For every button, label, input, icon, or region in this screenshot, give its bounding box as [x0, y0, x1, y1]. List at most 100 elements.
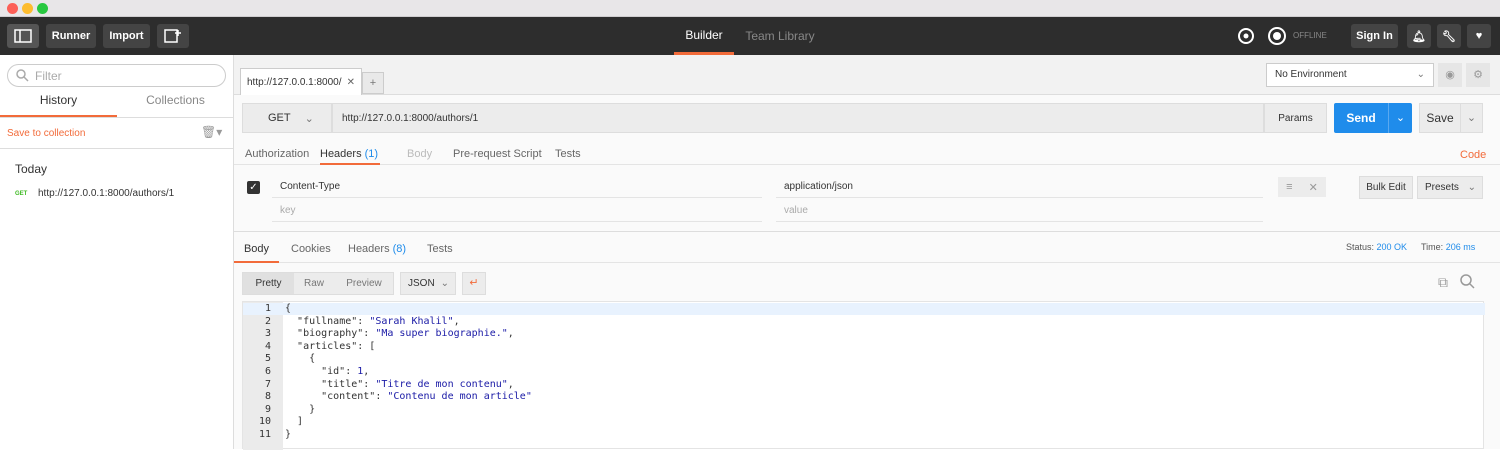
presets-button[interactable]: Presets ⌄ — [1417, 176, 1483, 199]
code-line: ] — [285, 416, 304, 428]
sidebar: Filter History Collections Save to colle… — [0, 55, 234, 449]
save-button[interactable]: Save — [1420, 104, 1460, 132]
params-button[interactable]: Params — [1264, 103, 1327, 133]
new-header-key-field[interactable]: key — [272, 200, 762, 222]
close-window-button[interactable] — [7, 3, 18, 14]
line-number: 8 — [264, 391, 271, 403]
search-response-button[interactable] — [1460, 274, 1475, 292]
tab-body[interactable]: Body — [407, 148, 432, 160]
request-subtabs: Authorization Headers (1) Body Pre-reque… — [234, 143, 1500, 165]
notifications-button[interactable]: 🔔︎ — [1407, 24, 1431, 48]
environment-select[interactable]: No Environment ⌄ — [1266, 63, 1434, 87]
new-header-value-field[interactable]: value — [776, 200, 1263, 222]
love-button[interactable]: ♥ — [1467, 24, 1491, 48]
main-panel: http://127.0.0.1:8000/ ✕ + No Environmen… — [234, 55, 1500, 450]
history-item[interactable]: GET http://127.0.0.1:8000/authors/1 — [15, 188, 230, 202]
minimize-window-button[interactable] — [22, 3, 33, 14]
wrap-lines-button[interactable]: ↵ — [462, 272, 486, 295]
response-editor[interactable]: 1 {2 "fullname": "Sarah Khalil", 3 "biogra… — [242, 301, 1485, 450]
tab-response-headers-label: Headers — [348, 243, 390, 255]
save-options-chevron-icon[interactable]: ⌄ — [1460, 104, 1482, 132]
manage-environments-button[interactable]: ⚙ — [1466, 63, 1490, 87]
tab-builder[interactable]: Builder — [674, 17, 734, 55]
tab-collections[interactable]: Collections — [117, 93, 234, 117]
tab-team-library[interactable]: Team Library — [742, 17, 818, 55]
method-select[interactable]: GET ⌄ — [242, 103, 332, 133]
copy-response-button[interactable]: ⧉ — [1438, 274, 1448, 291]
bell-icon: 🔔︎ — [1412, 30, 1426, 43]
tab-authorization[interactable]: Authorization — [245, 148, 309, 160]
chevron-down-icon: ⌄ — [1416, 69, 1425, 80]
tab-tests[interactable]: Tests — [555, 148, 581, 160]
wrench-icon: 🔧︎ — [1442, 30, 1456, 43]
close-icon[interactable]: ✕ — [1309, 181, 1318, 194]
code-line: { — [285, 353, 316, 365]
tab-pre-request-script[interactable]: Pre-request Script — [453, 148, 542, 160]
raw-button[interactable]: Raw — [294, 273, 334, 294]
method-label: GET — [268, 112, 291, 124]
sign-in-button[interactable]: Sign In — [1351, 24, 1398, 48]
search-icon — [16, 69, 29, 82]
today-heading: Today — [15, 162, 48, 176]
window-titlebar — [0, 0, 1500, 17]
tab-headers-label: Headers — [320, 148, 362, 160]
tab-headers[interactable]: Headers (1) — [320, 143, 380, 165]
new-window-button[interactable] — [157, 24, 189, 48]
save-to-collection-link[interactable]: Save to collection — [7, 128, 85, 139]
line-number: 3 — [264, 328, 271, 340]
sidebar-icon — [14, 29, 32, 43]
tab-cookies[interactable]: Cookies — [291, 243, 331, 255]
chevron-down-icon: ⌄ — [440, 278, 449, 289]
request-tab[interactable]: http://127.0.0.1:8000/ ✕ — [240, 68, 362, 95]
line-number: 9 — [264, 403, 271, 415]
preview-button[interactable]: Preview — [334, 273, 394, 294]
header-value-field[interactable]: application/json — [776, 175, 1263, 198]
line-number: 2 — [264, 315, 271, 327]
environment-quick-look-button[interactable]: ◉ — [1438, 63, 1462, 87]
top-toolbar: Runner Import Builder Team Library OFFLI… — [0, 17, 1500, 55]
active-line-highlight — [243, 303, 1485, 315]
search-icon — [1460, 274, 1475, 289]
chevron-down-icon: ⌄ — [1467, 182, 1476, 193]
line-number: 5 — [264, 353, 271, 365]
settings-button[interactable]: 🔧︎ — [1437, 24, 1461, 48]
new-tab-button[interactable]: + — [362, 72, 384, 94]
url-input[interactable]: http://127.0.0.1:8000/authors/1 — [332, 103, 1264, 133]
delete-history-button[interactable]: 🗑︎▾ — [201, 125, 222, 139]
code-link[interactable]: Code — [1460, 149, 1486, 161]
toggle-sidebar-button[interactable] — [7, 24, 39, 48]
interceptor-icon[interactable] — [1236, 26, 1256, 46]
code-line: "title": "Titre de mon contenu", — [321, 378, 514, 390]
drag-handle-icon[interactable]: ≡ — [1286, 181, 1292, 193]
runner-button[interactable]: Runner — [46, 24, 96, 48]
send-options-chevron-icon[interactable]: ⌄ — [1388, 103, 1412, 133]
status-value: 200 OK — [1376, 242, 1408, 252]
tab-history[interactable]: History — [0, 93, 117, 117]
request-tabstrip: http://127.0.0.1:8000/ ✕ + No Environmen… — [234, 55, 1500, 95]
close-tab-icon[interactable]: ✕ — [347, 77, 355, 88]
line-number: 4 — [264, 340, 271, 352]
sync-status-icon — [1267, 26, 1287, 46]
send-button[interactable]: Send — [1334, 103, 1388, 133]
time-value: 206 ms — [1445, 242, 1476, 252]
header-enabled-checkbox[interactable]: ✓ — [247, 181, 260, 194]
header-key-field[interactable]: Content-Type — [272, 175, 762, 198]
line-number: 7 — [264, 378, 271, 390]
environment-label: No Environment — [1275, 69, 1347, 80]
filter-field[interactable]: Filter — [7, 64, 226, 87]
filter-placeholder: Filter — [35, 68, 62, 83]
tab-test-results[interactable]: Tests — [427, 243, 453, 255]
tab-response-body[interactable]: Body — [234, 232, 279, 263]
format-select[interactable]: JSON ⌄ — [400, 272, 456, 295]
code-line: { — [285, 303, 292, 314]
zoom-window-button[interactable] — [37, 3, 48, 14]
line-number: 6 — [264, 366, 271, 377]
import-button[interactable]: Import — [103, 24, 150, 48]
tab-response-headers[interactable]: Headers (8) — [348, 243, 406, 255]
code-line: "content": "Contenu de mon article" — [321, 391, 532, 403]
view-mode-group: Pretty Raw Preview — [242, 272, 394, 295]
copy-icon: ⧉ — [1438, 274, 1448, 290]
format-label: JSON — [408, 278, 435, 289]
bulk-edit-button[interactable]: Bulk Edit — [1359, 176, 1413, 199]
pretty-button[interactable]: Pretty — [243, 273, 294, 294]
